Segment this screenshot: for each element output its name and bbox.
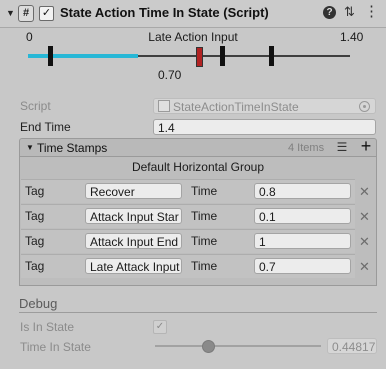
time-label: Time bbox=[191, 234, 218, 248]
end-time-label: End Time bbox=[20, 120, 71, 134]
tag-label: Tag bbox=[25, 209, 45, 223]
timeline-value-label: 0.70 bbox=[158, 68, 182, 82]
timeline-marker[interactable] bbox=[48, 46, 53, 66]
presets-icon[interactable]: ⇅ bbox=[344, 4, 355, 20]
component-title: State Action Time In State (Script) bbox=[60, 5, 269, 20]
object-picker-icon bbox=[359, 101, 370, 112]
script-field-value: StateActionTimeInState bbox=[173, 100, 299, 114]
list-item: Tag Attack Input Star Time 0.1 bbox=[21, 204, 355, 228]
timeline-selected-label: Late Action Input bbox=[148, 30, 238, 44]
script-icon: # bbox=[18, 5, 34, 22]
is-in-state-checkbox: ✓ bbox=[153, 320, 167, 334]
time-stamps-count: 4 Items bbox=[288, 142, 325, 154]
list-view-icon[interactable]: ☰ bbox=[334, 140, 350, 155]
timeline-max-label: 1.40 bbox=[340, 30, 364, 44]
remove-element-icon[interactable]: ✕ bbox=[359, 234, 370, 250]
time-label: Time bbox=[191, 184, 218, 198]
script-asset-icon bbox=[158, 100, 170, 112]
help-icon[interactable]: ? bbox=[323, 6, 336, 19]
tag-label: Tag bbox=[25, 184, 45, 198]
timeline-marker[interactable] bbox=[220, 46, 225, 66]
context-menu-icon[interactable]: ⋮ bbox=[364, 2, 379, 20]
time-label: Time bbox=[191, 209, 218, 223]
end-time-field[interactable]: 1.4 bbox=[153, 119, 376, 135]
time-field[interactable]: 0.7 bbox=[254, 258, 351, 274]
tag-field[interactable]: Attack Input Star bbox=[85, 208, 182, 224]
add-element-button[interactable]: + bbox=[356, 137, 376, 155]
component-header: ▼ # ✓ State Action Time In State (Script… bbox=[0, 0, 386, 28]
time-stamps-title: Time Stamps bbox=[37, 141, 108, 155]
timeline-min-label: 0 bbox=[26, 30, 33, 44]
time-in-state-value: 0.44817 bbox=[327, 338, 377, 354]
list-item: Tag Attack Input End Time 1 bbox=[21, 229, 355, 253]
remove-element-icon[interactable]: ✕ bbox=[359, 209, 370, 225]
time-stamps-list: Default Horizontal Group Tag Recover Tim… bbox=[19, 157, 377, 286]
time-in-state-label: Time In State bbox=[20, 340, 91, 354]
time-label: Time bbox=[191, 259, 218, 273]
tag-field[interactable]: Late Attack Input bbox=[85, 258, 182, 274]
list-item: Tag Late Attack Input Time 0.7 bbox=[21, 254, 355, 278]
component-enabled-checkbox[interactable]: ✓ bbox=[39, 6, 54, 21]
time-in-state-slider-knob bbox=[202, 340, 216, 353]
time-field[interactable]: 0.8 bbox=[254, 183, 351, 199]
timeline-marker-selected[interactable] bbox=[196, 47, 203, 67]
list-item: Tag Recover Time 0.8 bbox=[21, 179, 355, 203]
script-label: Script bbox=[20, 99, 51, 113]
tag-field[interactable]: Attack Input End bbox=[85, 233, 182, 249]
is-in-state-label: Is In State bbox=[20, 320, 75, 334]
foldout-arrow-icon[interactable]: ▼ bbox=[6, 8, 15, 18]
time-in-state-slider-track bbox=[155, 345, 321, 347]
timeline-marker[interactable] bbox=[269, 46, 274, 66]
timeline-progress-fill bbox=[28, 54, 138, 58]
debug-divider bbox=[19, 312, 377, 313]
tag-label: Tag bbox=[25, 234, 45, 248]
tag-field[interactable]: Recover bbox=[85, 183, 182, 199]
script-field: StateActionTimeInState bbox=[153, 98, 376, 114]
debug-section-title: Debug bbox=[19, 296, 58, 311]
remove-element-icon[interactable]: ✕ bbox=[359, 184, 370, 200]
time-field[interactable]: 1 bbox=[254, 233, 351, 249]
remove-element-icon[interactable]: ✕ bbox=[359, 259, 370, 275]
time-stamps-foldout-icon[interactable]: ▼ bbox=[26, 143, 34, 152]
tag-label: Tag bbox=[25, 259, 45, 273]
time-field[interactable]: 0.1 bbox=[254, 208, 351, 224]
group-label: Default Horizontal Group bbox=[131, 160, 265, 174]
time-stamps-header[interactable]: ▼ Time Stamps 4 Items ☰ + bbox=[19, 137, 377, 157]
